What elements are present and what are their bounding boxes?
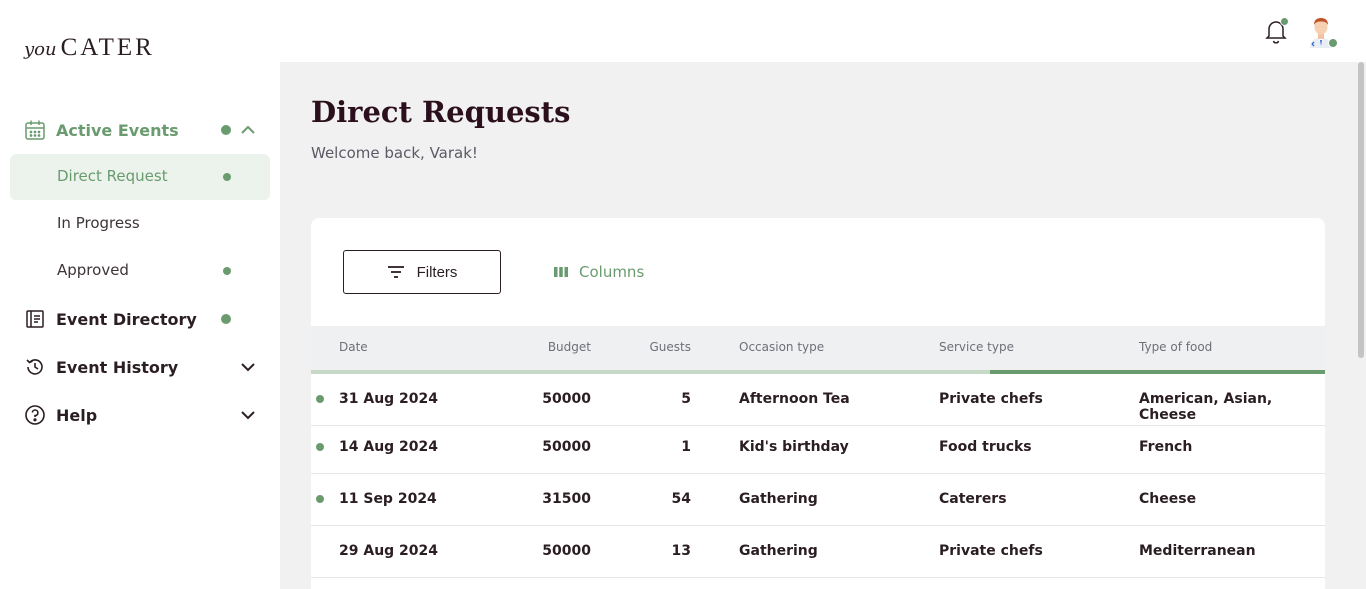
- table-row[interactable]: 29 Aug 2024 50000 13 Gathering Private c…: [311, 526, 1325, 578]
- column-header-guests[interactable]: Guests: [641, 340, 692, 354]
- unread-dot: [316, 395, 324, 403]
- online-status-badge: [1328, 38, 1338, 48]
- column-header-occasion[interactable]: Occasion type: [739, 340, 824, 354]
- chevron-down-icon[interactable]: [239, 406, 257, 424]
- columns-label: Columns: [579, 263, 645, 281]
- column-header-budget[interactable]: Budget: [541, 340, 591, 354]
- cell-budget: 31500: [542, 491, 591, 507]
- cell-date: 29 Aug 2024: [339, 543, 439, 559]
- cell-service: Caterers: [939, 491, 1007, 507]
- cell-date: 11 Sep 2024: [339, 491, 437, 507]
- cell-date: 14 Aug 2024: [339, 439, 439, 455]
- sidebar-item-in-progress[interactable]: In Progress: [10, 201, 270, 247]
- notification-dot: [223, 173, 231, 181]
- cell-occasion: Gathering: [739, 543, 818, 559]
- cell-food: Cheese: [1139, 491, 1197, 507]
- unread-dot: [316, 495, 324, 503]
- cell-occasion: Afternoon Tea: [739, 391, 850, 407]
- columns-icon: [554, 267, 568, 277]
- cell-food: American, Asian, Cheese: [1139, 391, 1273, 423]
- youcater-logo[interactable]: you CATER: [24, 34, 155, 62]
- filters-label: Filters: [416, 263, 458, 281]
- cell-service: Private chefs: [939, 543, 1043, 559]
- cell-guests: 1: [681, 439, 691, 455]
- nav-event-directory-label: Event Directory: [56, 309, 197, 329]
- logo-script: you: [24, 39, 57, 60]
- sidebar-item-direct-request[interactable]: Direct Request: [10, 154, 270, 200]
- table-row[interactable]: 14 Aug 2024 50000 1 Kid's birthday Food …: [311, 422, 1325, 474]
- column-header-date[interactable]: Date: [339, 340, 368, 354]
- sidebar-item-label: Direct Request: [57, 167, 168, 185]
- logo-main: CATER: [60, 34, 155, 61]
- history-icon: [24, 356, 46, 378]
- unread-dot: [316, 443, 324, 451]
- page-scrollbar[interactable]: [1356, 62, 1366, 589]
- scrollbar-thumb[interactable]: [1358, 62, 1364, 358]
- notification-dot: [221, 125, 231, 135]
- table-row[interactable]: 11 Sep 2024 31500 54 Gathering Caterers …: [311, 474, 1325, 526]
- cell-occasion: Kid's birthday: [739, 439, 849, 455]
- nav-event-history-label: Event History: [56, 357, 179, 377]
- cell-budget: 50000: [542, 391, 591, 407]
- columns-button[interactable]: Columns: [553, 250, 644, 294]
- nav-active-events[interactable]: Active Events: [0, 110, 280, 150]
- cell-guests: 13: [671, 543, 691, 559]
- sidebar-item-label: In Progress: [57, 214, 140, 232]
- column-header-food[interactable]: Type of food: [1139, 340, 1212, 354]
- chevron-down-icon[interactable]: [239, 358, 257, 376]
- column-header-service[interactable]: Service type: [939, 340, 1014, 354]
- cell-food: Mediterranean: [1139, 543, 1256, 559]
- cell-service: Private chefs: [939, 391, 1043, 407]
- top-bar: [280, 0, 1366, 62]
- cell-guests: 54: [671, 491, 691, 507]
- requests-card: Filters Columns Date Budget Guests Occas…: [311, 218, 1325, 589]
- help-icon: [24, 404, 46, 426]
- nav-event-history[interactable]: Event History: [0, 347, 280, 387]
- table-header: Date Budget Guests Occasion type Service…: [311, 326, 1325, 370]
- sidebar-item-approved[interactable]: Approved: [10, 248, 270, 294]
- cell-guests: 5: [681, 391, 691, 407]
- welcome-message: Welcome back, Varak!: [311, 144, 478, 162]
- sidebar: you CATER Active Events Direct Request I…: [0, 0, 280, 589]
- filter-icon: [387, 266, 404, 278]
- cell-occasion: Gathering: [739, 491, 818, 507]
- notifications-button[interactable]: [1263, 17, 1291, 45]
- table-row[interactable]: 31 Aug 2024 50000 5 Afternoon Tea Privat…: [311, 374, 1325, 426]
- nav-help[interactable]: Help: [0, 395, 280, 435]
- nav-active-events-label: Active Events: [56, 120, 179, 140]
- notification-badge: [1280, 17, 1289, 26]
- cell-date: 31 Aug 2024: [339, 391, 439, 407]
- page-title: Direct Requests: [311, 95, 571, 129]
- calendar-icon: [24, 119, 46, 141]
- cell-food: French: [1139, 439, 1193, 455]
- sidebar-item-label: Approved: [57, 261, 129, 279]
- chevron-up-icon[interactable]: [239, 121, 257, 139]
- cell-budget: 50000: [542, 543, 591, 559]
- cell-budget: 50000: [542, 439, 591, 455]
- notification-dot: [223, 267, 231, 275]
- nav-help-label: Help: [56, 405, 98, 425]
- user-avatar[interactable]: [1304, 14, 1338, 48]
- filters-button[interactable]: Filters: [343, 250, 501, 294]
- directory-icon: [24, 308, 46, 330]
- notification-dot: [221, 314, 231, 324]
- nav-event-directory[interactable]: Event Directory: [0, 299, 280, 339]
- cell-service: Food trucks: [939, 439, 1032, 455]
